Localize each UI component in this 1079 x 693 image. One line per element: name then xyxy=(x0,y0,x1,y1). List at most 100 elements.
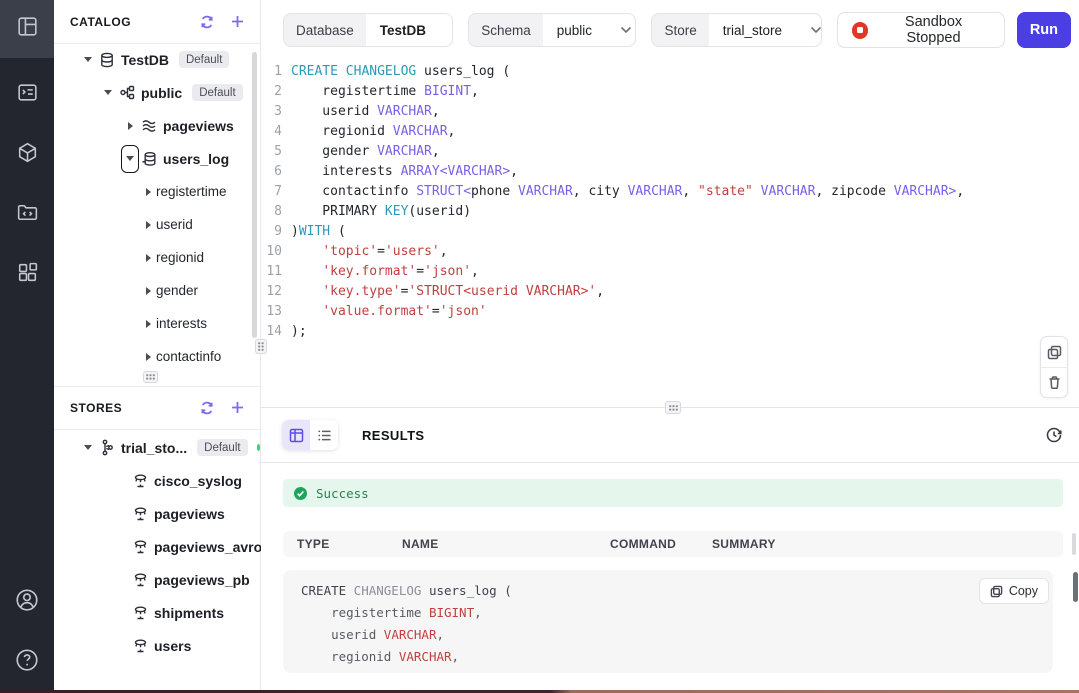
chevron-down-icon xyxy=(436,14,452,46)
caret-right-icon[interactable] xyxy=(140,184,156,200)
database-select[interactable]: Database TestDB xyxy=(283,13,454,47)
caret-down-icon[interactable] xyxy=(121,144,139,173)
left-icon-rail xyxy=(0,0,54,693)
results-scrollbar[interactable] xyxy=(1072,533,1076,555)
code-token: , zipcode xyxy=(815,184,894,199)
results-resize-grip[interactable] xyxy=(665,401,681,414)
copy-query-button[interactable] xyxy=(1041,337,1067,367)
caret-right-icon[interactable] xyxy=(140,250,156,266)
tree-item-pageviews-avro[interactable]: pageviews_avro xyxy=(54,530,262,563)
topic-icon xyxy=(131,637,149,655)
stores-refresh-icon[interactable] xyxy=(198,399,216,417)
list-view-icon[interactable] xyxy=(310,420,338,450)
tree-item-pageviews-pb[interactable]: pageviews_pb xyxy=(54,563,260,596)
tree-item-gender[interactable]: gender xyxy=(54,274,260,307)
stores-add-icon[interactable] xyxy=(228,399,246,417)
editor-line-13: 13 'value.format' ='json' xyxy=(261,302,1079,322)
tree-item-label: users xyxy=(154,637,192,654)
code-token: , xyxy=(956,184,965,199)
caret-right-icon[interactable] xyxy=(140,349,156,365)
sql-editor[interactable]: 1 CREATE CHANGELOG users_log (2 registert… xyxy=(261,62,1079,407)
result-code-line: registertime BIGINT, xyxy=(301,602,1053,624)
code-token: contactinfo xyxy=(291,184,417,199)
rail-item-resources-cube[interactable] xyxy=(0,126,54,184)
rail-item-account[interactable] xyxy=(0,573,54,631)
sidebar-resize-grip[interactable] xyxy=(255,339,267,354)
tree-item-label: pageviews xyxy=(154,505,225,522)
caret-down-icon[interactable] xyxy=(100,85,116,101)
code-token: VARCHAR xyxy=(760,184,816,199)
catalog-refresh-icon[interactable] xyxy=(198,13,216,31)
tree-item-interests[interactable]: interests xyxy=(54,307,260,340)
code-token: , xyxy=(471,264,479,279)
tree-item-public[interactable]: public Default xyxy=(54,76,260,109)
results-view-toggle xyxy=(282,420,338,450)
caret-right-icon[interactable] xyxy=(140,217,156,233)
code-token: regionid xyxy=(301,649,399,664)
tree-item-shipments[interactable]: shipments xyxy=(54,596,260,629)
result-card-scrollbar[interactable] xyxy=(1073,572,1078,602)
code-token: regionid xyxy=(291,124,393,139)
copy-result-button[interactable]: Copy xyxy=(978,578,1049,604)
catalog-resize-grip[interactable] xyxy=(143,371,158,383)
results-table-header: TYPE NAME COMMAND SUMMARY xyxy=(283,531,1063,557)
caret-right-icon[interactable] xyxy=(140,283,156,299)
code-token: , xyxy=(447,124,456,139)
sidebar-scrollbar[interactable] xyxy=(252,52,257,338)
caret-right-icon[interactable] xyxy=(122,118,138,134)
run-button[interactable]: Run xyxy=(1016,12,1072,48)
store-select[interactable]: Store trial_store xyxy=(651,13,822,47)
line-number: 4 xyxy=(274,124,282,139)
table-view-icon[interactable] xyxy=(282,420,310,450)
tree-item-label: gender xyxy=(156,283,199,298)
stream-icon xyxy=(140,117,158,135)
line-number: 11 xyxy=(266,264,282,279)
tree-item-label: cisco_syslog xyxy=(154,472,242,489)
rail-item-console[interactable] xyxy=(0,66,54,124)
tree-item-trial-sto-[interactable]: trial_sto... Default xyxy=(54,431,260,464)
rail-item-workspace[interactable] xyxy=(0,0,54,58)
tree-item-cisco-syslog[interactable]: cisco_syslog xyxy=(54,464,260,497)
caret-down-icon[interactable] xyxy=(80,52,96,68)
tree-item-users-log[interactable]: users_log xyxy=(54,142,260,175)
caret-right-icon[interactable] xyxy=(140,316,156,332)
rail-item-integrations-grid[interactable] xyxy=(0,246,54,304)
code-token: VARCHAR xyxy=(893,184,949,199)
editor-line-6: 6 interests ARRAY<VARCHAR>, xyxy=(261,162,1079,182)
code-token: userid xyxy=(301,627,384,642)
tree-item-users[interactable]: users xyxy=(54,629,260,662)
caret-down-icon[interactable] xyxy=(80,440,96,456)
tree-item-contactinfo[interactable]: contactinfo xyxy=(54,340,260,373)
tree-item-registertime[interactable]: registertime xyxy=(54,175,260,208)
schema-select[interactable]: Schema public xyxy=(468,13,637,47)
tree-item-label: shipments xyxy=(154,604,225,621)
sandbox-label: Sandbox Stopped xyxy=(904,14,963,46)
tree-item-userid[interactable]: userid xyxy=(54,208,260,241)
tree-item-pageviews[interactable]: pageviews xyxy=(54,109,260,142)
topic-icon xyxy=(131,505,149,523)
line-number: 12 xyxy=(266,284,282,299)
code-token: WITH xyxy=(298,224,331,239)
sandbox-stopped-button[interactable]: Sandbox Stopped xyxy=(836,12,1005,48)
tree-item-label: public xyxy=(141,84,183,101)
rail-item-code-folder[interactable] xyxy=(0,186,54,244)
database-select-value: TestDB xyxy=(379,22,427,38)
copy-label: Copy xyxy=(1008,584,1038,598)
code-token: gender xyxy=(291,144,378,159)
history-icon[interactable] xyxy=(1043,424,1065,446)
code-token: , xyxy=(471,84,479,99)
delete-query-button[interactable] xyxy=(1041,367,1067,397)
stores-header: STORES xyxy=(54,386,260,429)
editor-toolbar: Database TestDB Schema public Store tria… xyxy=(261,0,1079,60)
editor-line-8: 8 PRIMARY KEY (userid) xyxy=(261,202,1079,222)
rail-item-help[interactable] xyxy=(0,633,54,691)
tree-item-testdb[interactable]: TestDB Default xyxy=(54,43,260,76)
tree-item-label: TestDB xyxy=(121,51,169,68)
tree-item-pageviews[interactable]: pageviews xyxy=(54,497,260,530)
code-token: ( xyxy=(330,224,346,239)
catalog-add-icon[interactable] xyxy=(228,13,246,31)
code-token: CREATE xyxy=(301,583,347,598)
chevron-down-icon xyxy=(792,14,821,46)
tree-item-regionid[interactable]: regionid xyxy=(54,241,260,274)
